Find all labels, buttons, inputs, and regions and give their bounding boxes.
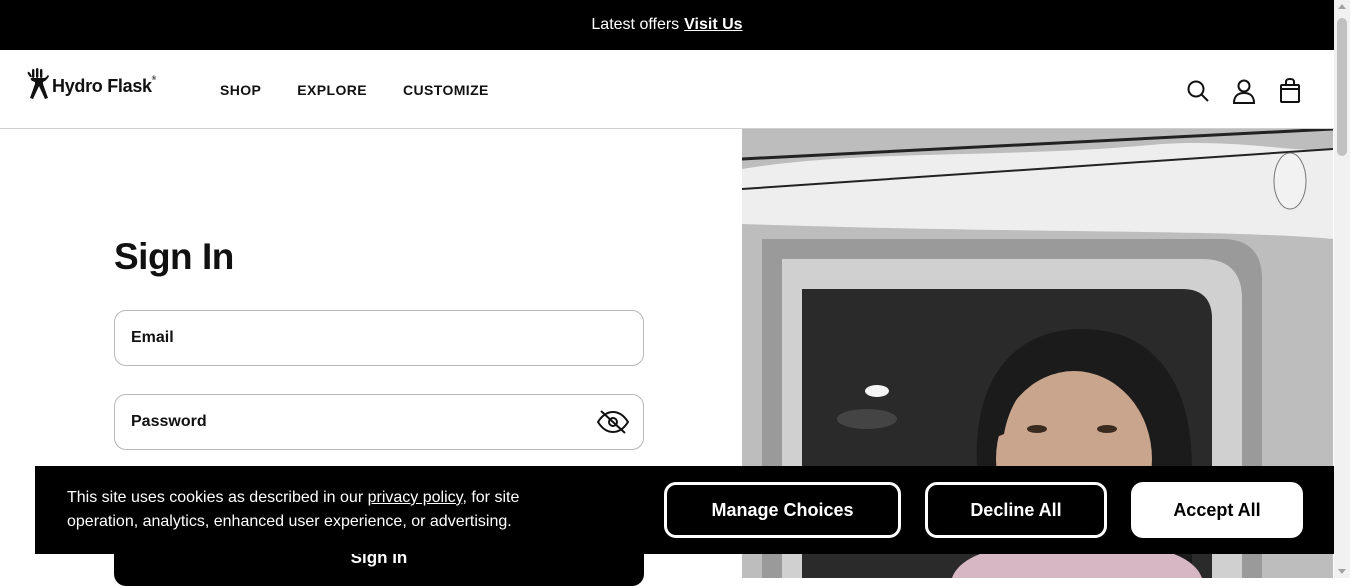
main-nav: SHOP EXPLORE CUSTOMIZE [220,82,489,98]
decline-all-button[interactable]: Decline All [925,482,1107,538]
page-title: Sign In [114,236,234,277]
hydro-flask-logo-icon [26,68,50,105]
cookie-message: This site uses cookies as described in o… [67,486,587,534]
announcement-bar: Latest offers Visit Us [0,0,1334,50]
password-field-container [114,394,644,450]
scroll-up-arrow-icon[interactable] [1338,4,1346,9]
nav-explore[interactable]: EXPLORE [297,82,367,98]
email-field[interactable] [115,311,643,365]
site-header: Hydro Flask® SHOP EXPLORE CUSTOMIZE [0,50,1334,129]
brand-name: Hydro Flask® [52,76,156,97]
page-scrollbar[interactable] [1334,0,1350,578]
header-actions [1186,78,1302,104]
scroll-thumb[interactable] [1337,18,1347,156]
accept-all-button[interactable]: Accept All [1131,482,1303,538]
bag-icon[interactable] [1278,78,1302,104]
privacy-policy-link[interactable]: privacy policy [368,489,463,506]
cookie-banner: This site uses cookies as described in o… [35,466,1335,554]
eye-slash-icon[interactable] [596,409,630,440]
password-field[interactable] [115,395,643,449]
registered-mark: ® [151,76,156,82]
scroll-down-arrow-icon[interactable] [1338,569,1346,574]
brand-name-text: Hydro Flask [52,76,152,96]
visit-us-link[interactable]: Visit Us [684,16,742,34]
nav-shop[interactable]: SHOP [220,82,261,98]
account-icon[interactable] [1232,78,1256,104]
search-icon[interactable] [1186,78,1210,104]
announcement-text: Latest offers [591,16,680,33]
brand-logo[interactable]: Hydro Flask® [26,68,156,105]
email-field-container [114,310,644,366]
manage-choices-button[interactable]: Manage Choices [664,482,901,538]
nav-customize[interactable]: CUSTOMIZE [403,82,489,98]
cookie-text-before: This site uses cookies as described in o… [67,489,364,506]
